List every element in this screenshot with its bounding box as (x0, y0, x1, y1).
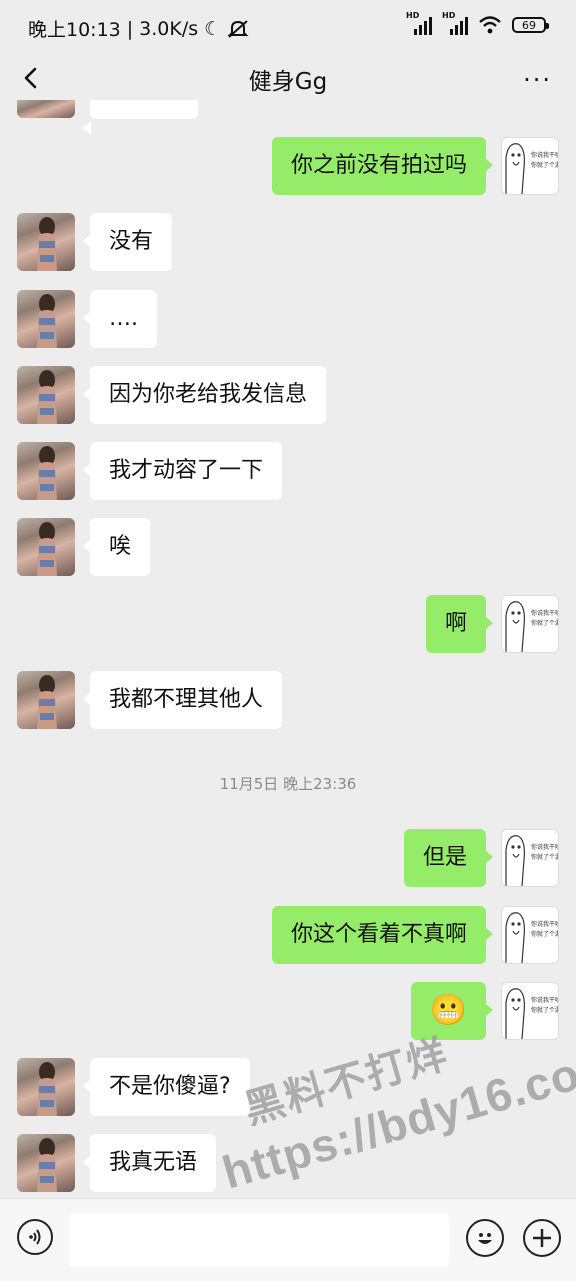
message-input[interactable] (69, 1213, 449, 1267)
profile-photo-icon (37, 446, 57, 500)
incoming-message[interactable]: 我真无语 (82, 1134, 217, 1192)
sticker-text-1: 你说我干啥 (531, 921, 559, 928)
sticker-text-2: 你就了个漏 (531, 854, 559, 861)
status-right: HD HD 69 (406, 11, 549, 35)
voice-input-icon[interactable] (17, 1219, 53, 1255)
sticker-text-2: 你就了个漏 (531, 1007, 559, 1014)
sticker-text-2: 你就了个漏 (531, 620, 559, 627)
my-avatar[interactable]: 你说我干啥你就了个漏 (501, 137, 559, 195)
incoming-message[interactable]: 因为你老给我发信息 (82, 366, 327, 424)
signal-icon-2: HD (442, 11, 468, 35)
contact-avatar[interactable] (17, 213, 75, 271)
battery-icon: 69 (512, 17, 549, 33)
avatar-partial (17, 100, 75, 118)
incoming-message[interactable]: …. (83, 290, 157, 348)
contact-avatar[interactable] (17, 1134, 75, 1192)
status-speed: 3.0K/s (139, 17, 199, 40)
my-avatar[interactable]: 你说我干啥你就了个漏 (501, 906, 559, 964)
profile-photo-icon (37, 675, 57, 729)
wifi-icon (479, 16, 501, 34)
profile-photo-icon (37, 294, 57, 348)
incoming-message[interactable]: 没有 (82, 213, 173, 271)
sticker-text-2: 你就了个漏 (531, 162, 559, 169)
outgoing-message[interactable]: 😬 (410, 982, 494, 1040)
outgoing-message[interactable]: 但是 (403, 829, 494, 887)
sticker-text-1: 你说我干啥 (531, 997, 559, 1004)
contact-avatar[interactable] (17, 1058, 75, 1116)
add-icon[interactable] (523, 1219, 561, 1257)
sticker-text-1: 你说我干啥 (531, 152, 559, 159)
message-timestamp: 11月5日 晚上23:36 (219, 775, 357, 793)
status-bar: 晚上10:13 | 3.0K/s ☾ HD HD 69 (0, 0, 576, 56)
status-left: 晚上10:13 | 3.0K/s ☾ (28, 15, 249, 42)
profile-photo-icon (37, 370, 57, 424)
sticker-text-1: 你说我干啥 (531, 844, 559, 851)
status-time: 晚上10:13 (28, 19, 121, 41)
my-avatar[interactable]: 你说我干啥你就了个漏 (501, 982, 559, 1040)
profile-photo-icon (37, 217, 57, 271)
incoming-message[interactable]: 我都不理其他人 (82, 671, 283, 729)
contact-avatar[interactable] (17, 671, 75, 729)
status-divider: | (126, 17, 134, 40)
more-options-icon[interactable]: ··· (523, 66, 552, 94)
contact-avatar[interactable] (17, 366, 75, 424)
chat-header: 健身Gg ··· (0, 56, 576, 100)
sticker-text-2: 你就了个漏 (531, 931, 559, 938)
outgoing-message[interactable]: 你之前没有拍过吗 (271, 137, 494, 195)
emoji-icon[interactable] (466, 1219, 504, 1257)
mute-icon (227, 19, 249, 38)
input-bar (0, 1198, 576, 1281)
contact-avatar[interactable] (17, 518, 75, 576)
my-avatar[interactable]: 你说我干啥你就了个漏 (501, 829, 559, 887)
moon-icon: ☾ (204, 17, 222, 40)
my-avatar[interactable]: 你说我干啥你就了个漏 (501, 595, 559, 653)
chat-title: 健身Gg (248, 69, 328, 95)
profile-photo-icon (37, 1138, 57, 1192)
outgoing-message[interactable]: 你这个看着不真啊 (271, 906, 494, 964)
outgoing-message[interactable]: 啊 (425, 595, 494, 653)
incoming-message[interactable]: 不是你傻逼? (83, 1058, 250, 1116)
battery-level: 69 (522, 18, 536, 32)
profile-photo-icon (37, 1062, 57, 1116)
incoming-message[interactable]: 唉 (82, 518, 151, 576)
sticker-text-1: 你说我干啥 (531, 610, 559, 617)
contact-avatar[interactable] (17, 442, 75, 500)
signal-icon-1: HD (406, 11, 432, 35)
watermark-line-2: https://bdy16.co (216, 1047, 576, 1199)
contact-avatar[interactable] (17, 290, 75, 348)
incoming-message[interactable]: 我才动容了一下 (82, 442, 283, 500)
message-bubble-partial (83, 100, 198, 135)
profile-photo-icon (37, 522, 57, 576)
